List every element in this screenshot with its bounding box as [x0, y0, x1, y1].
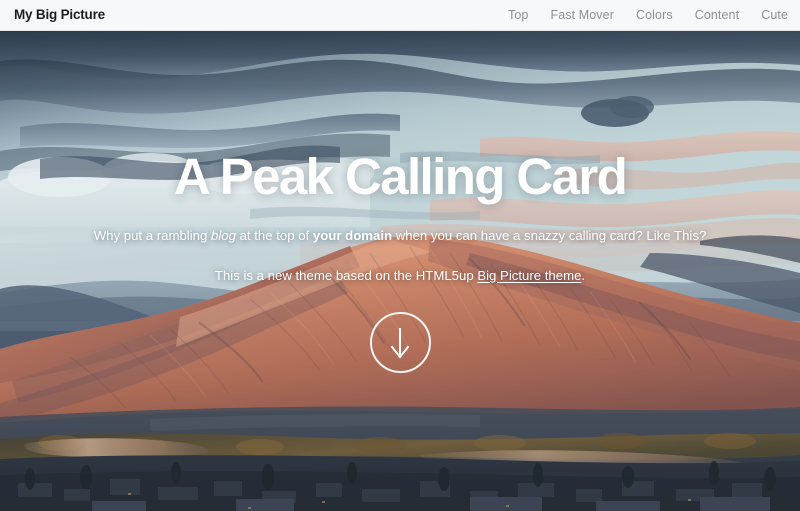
primary-nav: Top Fast Mover Colors Content Cute: [508, 9, 790, 22]
site-brand[interactable]: My Big Picture: [14, 8, 105, 22]
site-header: My Big Picture Top Fast Mover Colors Con…: [0, 0, 800, 31]
nav-item-top[interactable]: Top: [508, 9, 528, 22]
hero-subtitle-bold: your domain: [312, 228, 393, 243]
hero-subtitle-italic: blog: [210, 228, 236, 243]
scroll-down-button[interactable]: [369, 312, 431, 374]
hero-note-prefix: This is a new theme based on the HTML5up: [214, 268, 478, 284]
hero-subtitle-part2: at the top of: [235, 228, 313, 243]
arrow-down-icon: [390, 326, 410, 360]
hero-note: This is a new theme based on the HTML5up…: [215, 268, 585, 283]
hero-note-suffix: .: [581, 268, 586, 284]
hero-content: A Peak Calling Card Why put a rambling b…: [0, 31, 800, 511]
nav-item-colors[interactable]: Colors: [636, 9, 673, 22]
page-root: My Big Picture Top Fast Mover Colors Con…: [0, 0, 800, 511]
hero-banner: A Peak Calling Card Why put a rambling b…: [0, 31, 800, 511]
big-picture-theme-link[interactable]: Big Picture theme: [477, 268, 581, 283]
hero-subtitle: Why put a rambling blog at the top of yo…: [94, 226, 707, 245]
nav-item-content[interactable]: Content: [695, 9, 739, 22]
hero-subtitle-part1: Why put a rambling: [93, 228, 211, 243]
hero-subtitle-part3: when you can have a snazzy calling card?…: [392, 228, 707, 243]
hero-title: A Peak Calling Card: [173, 148, 628, 205]
nav-item-fast-mover[interactable]: Fast Mover: [550, 9, 614, 22]
nav-item-cute[interactable]: Cute: [761, 9, 788, 22]
